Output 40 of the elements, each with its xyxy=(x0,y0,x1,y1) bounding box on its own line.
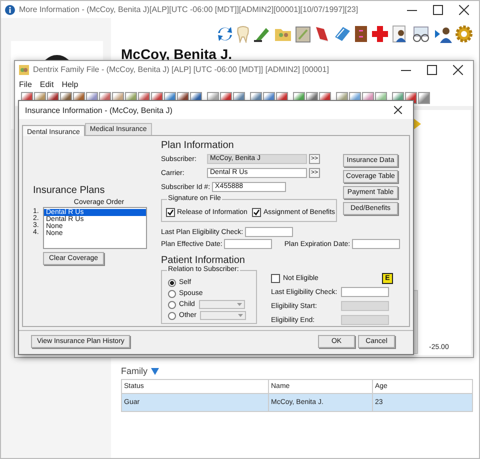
maximize-icon[interactable] xyxy=(433,4,443,14)
checkbox[interactable] xyxy=(271,274,280,282)
radio-button[interactable] xyxy=(168,300,176,308)
toolbar-icon[interactable] xyxy=(418,92,430,104)
caret-icon xyxy=(237,303,242,306)
input-field[interactable] xyxy=(245,227,294,237)
family-icon xyxy=(19,64,29,74)
input-field[interactable] xyxy=(341,287,389,297)
glasses-icon[interactable] xyxy=(411,25,431,43)
window-title: Dentrix Family File - (McCoy, Benita J) [ALP] [UTC -06:00 [MDT]] [ADMIN2] [00001] xyxy=(33,65,329,74)
cabinet-icon[interactable] xyxy=(354,25,368,43)
caret-icon xyxy=(238,314,243,317)
dialog-title: Insurance Information - (McCoy, Benita J) xyxy=(25,106,172,114)
radio-button[interactable] xyxy=(168,278,176,286)
close-icon[interactable] xyxy=(453,64,463,74)
maximize-icon[interactable] xyxy=(427,64,437,74)
refresh-icon[interactable] xyxy=(217,25,233,43)
section-heading: Family xyxy=(121,366,148,376)
person-document-icon[interactable] xyxy=(392,25,408,43)
section-heading: Insurance Plans xyxy=(33,185,106,196)
menu-item[interactable]: Help xyxy=(62,80,78,88)
info-icon xyxy=(5,4,15,14)
section-heading: Plan Information xyxy=(161,140,235,151)
filter-icon[interactable] xyxy=(150,368,158,374)
section-heading: Patient Information xyxy=(161,255,246,266)
person-arrow-icon[interactable] xyxy=(434,25,452,43)
close-icon[interactable] xyxy=(459,4,469,14)
close-icon[interactable] xyxy=(394,106,402,114)
radio-button[interactable] xyxy=(168,312,176,320)
pen-icon[interactable] xyxy=(253,25,271,43)
input-field[interactable] xyxy=(352,239,400,249)
window-title: More Information - (McCoy, Benita J)[ALP][UTC -06:00 [MDT]][ADMIN2][00001][10/07/1997][23] xyxy=(19,5,358,14)
gear-icon[interactable] xyxy=(455,25,473,43)
input-field[interactable] xyxy=(224,239,272,249)
radio-button[interactable] xyxy=(168,290,176,298)
checkbox[interactable] xyxy=(252,208,262,217)
medical-cross-icon[interactable] xyxy=(371,25,389,43)
menu-item[interactable]: Edit xyxy=(40,80,54,88)
checkbox[interactable] xyxy=(166,208,175,217)
menu-item[interactable]: File xyxy=(19,80,32,88)
